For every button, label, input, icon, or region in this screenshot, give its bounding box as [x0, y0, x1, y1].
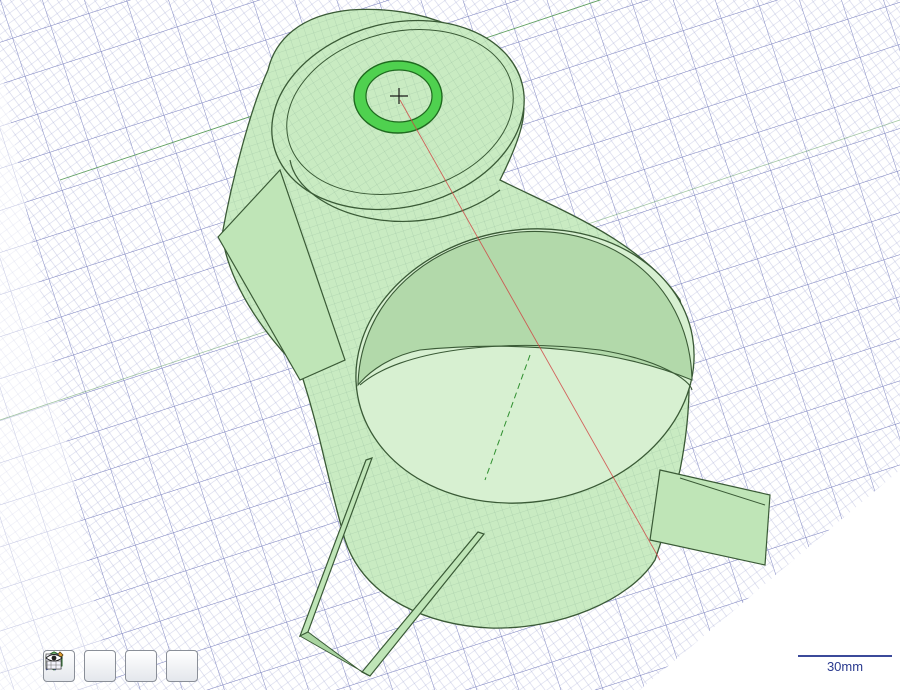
- eye-grid-icon: [45, 654, 63, 670]
- sketch-edit-button[interactable]: [45, 650, 116, 682]
- scale-bar-line: [798, 655, 892, 657]
- 3d-viewport[interactable]: 30mm: [0, 0, 900, 690]
- visibility-button[interactable]: [45, 650, 198, 682]
- scale-bar: 30mm: [798, 655, 892, 677]
- viewport-canvas[interactable]: [0, 0, 900, 690]
- scale-bar-label: 30mm: [826, 659, 864, 674]
- view-toolbar: [43, 650, 198, 682]
- annotation-button[interactable]: [45, 650, 157, 682]
